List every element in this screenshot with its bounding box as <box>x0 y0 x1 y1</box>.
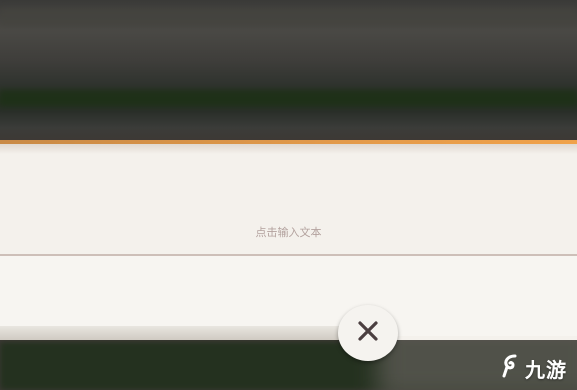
close-icon <box>357 320 379 346</box>
dialog-lower-area <box>0 256 577 336</box>
dialog-bottom-edge <box>0 326 345 340</box>
watermark: 九游 <box>501 354 567 382</box>
jiuyou-logo-icon <box>501 354 523 382</box>
text-input-field[interactable] <box>0 210 577 256</box>
watermark-text: 九游 <box>525 357 567 382</box>
close-button[interactable] <box>338 305 398 361</box>
text-input-dialog <box>0 140 577 340</box>
